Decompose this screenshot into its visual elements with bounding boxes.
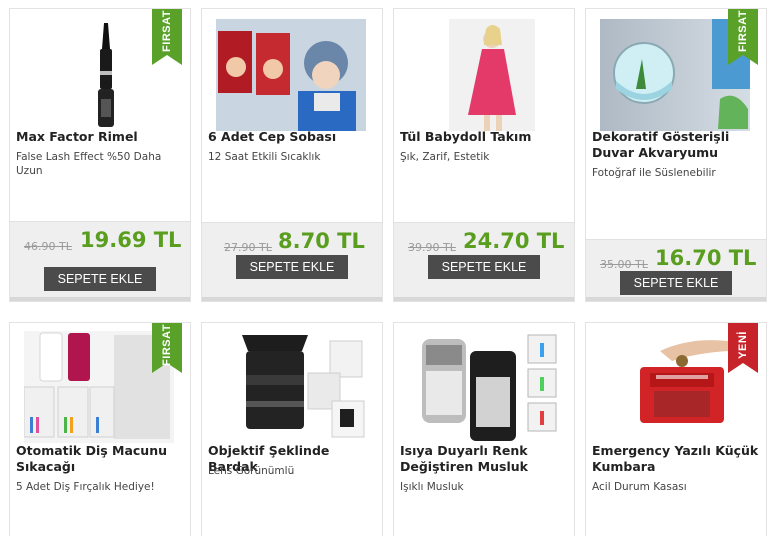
product-subtitle: Lens Görünümlü (208, 465, 295, 477)
product-subtitle: 5 Adet Diş Fırçalık Hediye! (16, 481, 155, 493)
firsat-badge: FIRSAT (152, 323, 182, 373)
new-price: 16.70 TL (655, 246, 757, 270)
new-price: 8.70 TL (278, 229, 365, 253)
product-title[interactable]: Otomatik Diş Macunu Sıkacağı (16, 443, 186, 475)
new-price: 19.69 TL (80, 228, 182, 252)
product-card[interactable]: FIRSAT Max Factor Rimel False Lash Effec… (9, 8, 191, 302)
product-card[interactable]: Tül Babydoll Takım Şık, Zarif, Estetik 3… (393, 8, 575, 302)
product-title[interactable]: Isıya Duyarlı Renk Değiştiren Musluk (400, 443, 570, 475)
card-bottom-border (586, 297, 766, 301)
card-bottom-border (10, 297, 190, 301)
product-subtitle: Acil Durum Kasası (592, 481, 687, 493)
product-title[interactable]: Emergency Yazılı Küçük Kumbara (592, 443, 762, 475)
old-price: 46.90 TL (24, 240, 72, 253)
product-card[interactable]: YENİ Emergency Yazılı Küçük Kumbara Acil… (585, 322, 767, 536)
firsat-badge: FIRSAT (728, 9, 758, 65)
product-subtitle: False Lash Effect %50 Daha Uzun (16, 151, 162, 177)
old-price: 27.90 TL (224, 241, 272, 254)
led-faucet-product-image[interactable] (408, 331, 558, 443)
product-card[interactable]: FIRSAT Otomatik Diş Macunu Sıkacağı 5 Ad… (9, 322, 191, 536)
add-to-cart-button[interactable]: SEPETE EKLE (44, 267, 156, 291)
product-title[interactable]: 6 Adet Cep Sobası (208, 129, 378, 145)
old-price: 35.00 TL (600, 258, 648, 271)
product-title[interactable]: Tül Babydoll Takım (400, 129, 570, 145)
firsat-badge: FIRSAT (152, 9, 182, 65)
product-card[interactable]: Objektif Şeklinde Bardak Lens Görünümlü (201, 322, 383, 536)
product-subtitle: 12 Saat Etkili Sıcaklık (208, 151, 321, 163)
add-to-cart-button[interactable]: SEPETE EKLE (236, 255, 348, 279)
card-bottom-border (394, 297, 574, 301)
product-subtitle: Fotoğraf ile Süslenebilir (592, 167, 716, 179)
product-subtitle: Işıklı Musluk (400, 481, 464, 493)
product-subtitle: Şık, Zarif, Estetik (400, 151, 490, 163)
new-price: 24.70 TL (463, 229, 565, 253)
yeni-badge: YENİ (728, 323, 758, 373)
product-card[interactable]: Isıya Duyarlı Renk Değiştiren Musluk Işı… (393, 322, 575, 536)
old-price: 39.90 TL (408, 241, 456, 254)
pocket-warmer-product-image[interactable] (216, 19, 366, 131)
add-to-cart-button[interactable]: SEPETE EKLE (428, 255, 540, 279)
product-card[interactable]: 6 Adet Cep Sobası 12 Saat Etkili Sıcaklı… (201, 8, 383, 302)
product-title[interactable]: Max Factor Rimel (16, 129, 186, 145)
card-bottom-border (202, 297, 382, 301)
product-card[interactable]: FIRSAT Dekoratif Gösterişli Duvar Akvary… (585, 8, 767, 302)
add-to-cart-button[interactable]: SEPETE EKLE (620, 271, 732, 295)
babydoll-product-image[interactable] (408, 19, 558, 131)
lens-mug-product-image[interactable] (216, 331, 366, 443)
product-title[interactable]: Dekoratif Gösterişli Duvar Akvaryumu (592, 129, 762, 161)
